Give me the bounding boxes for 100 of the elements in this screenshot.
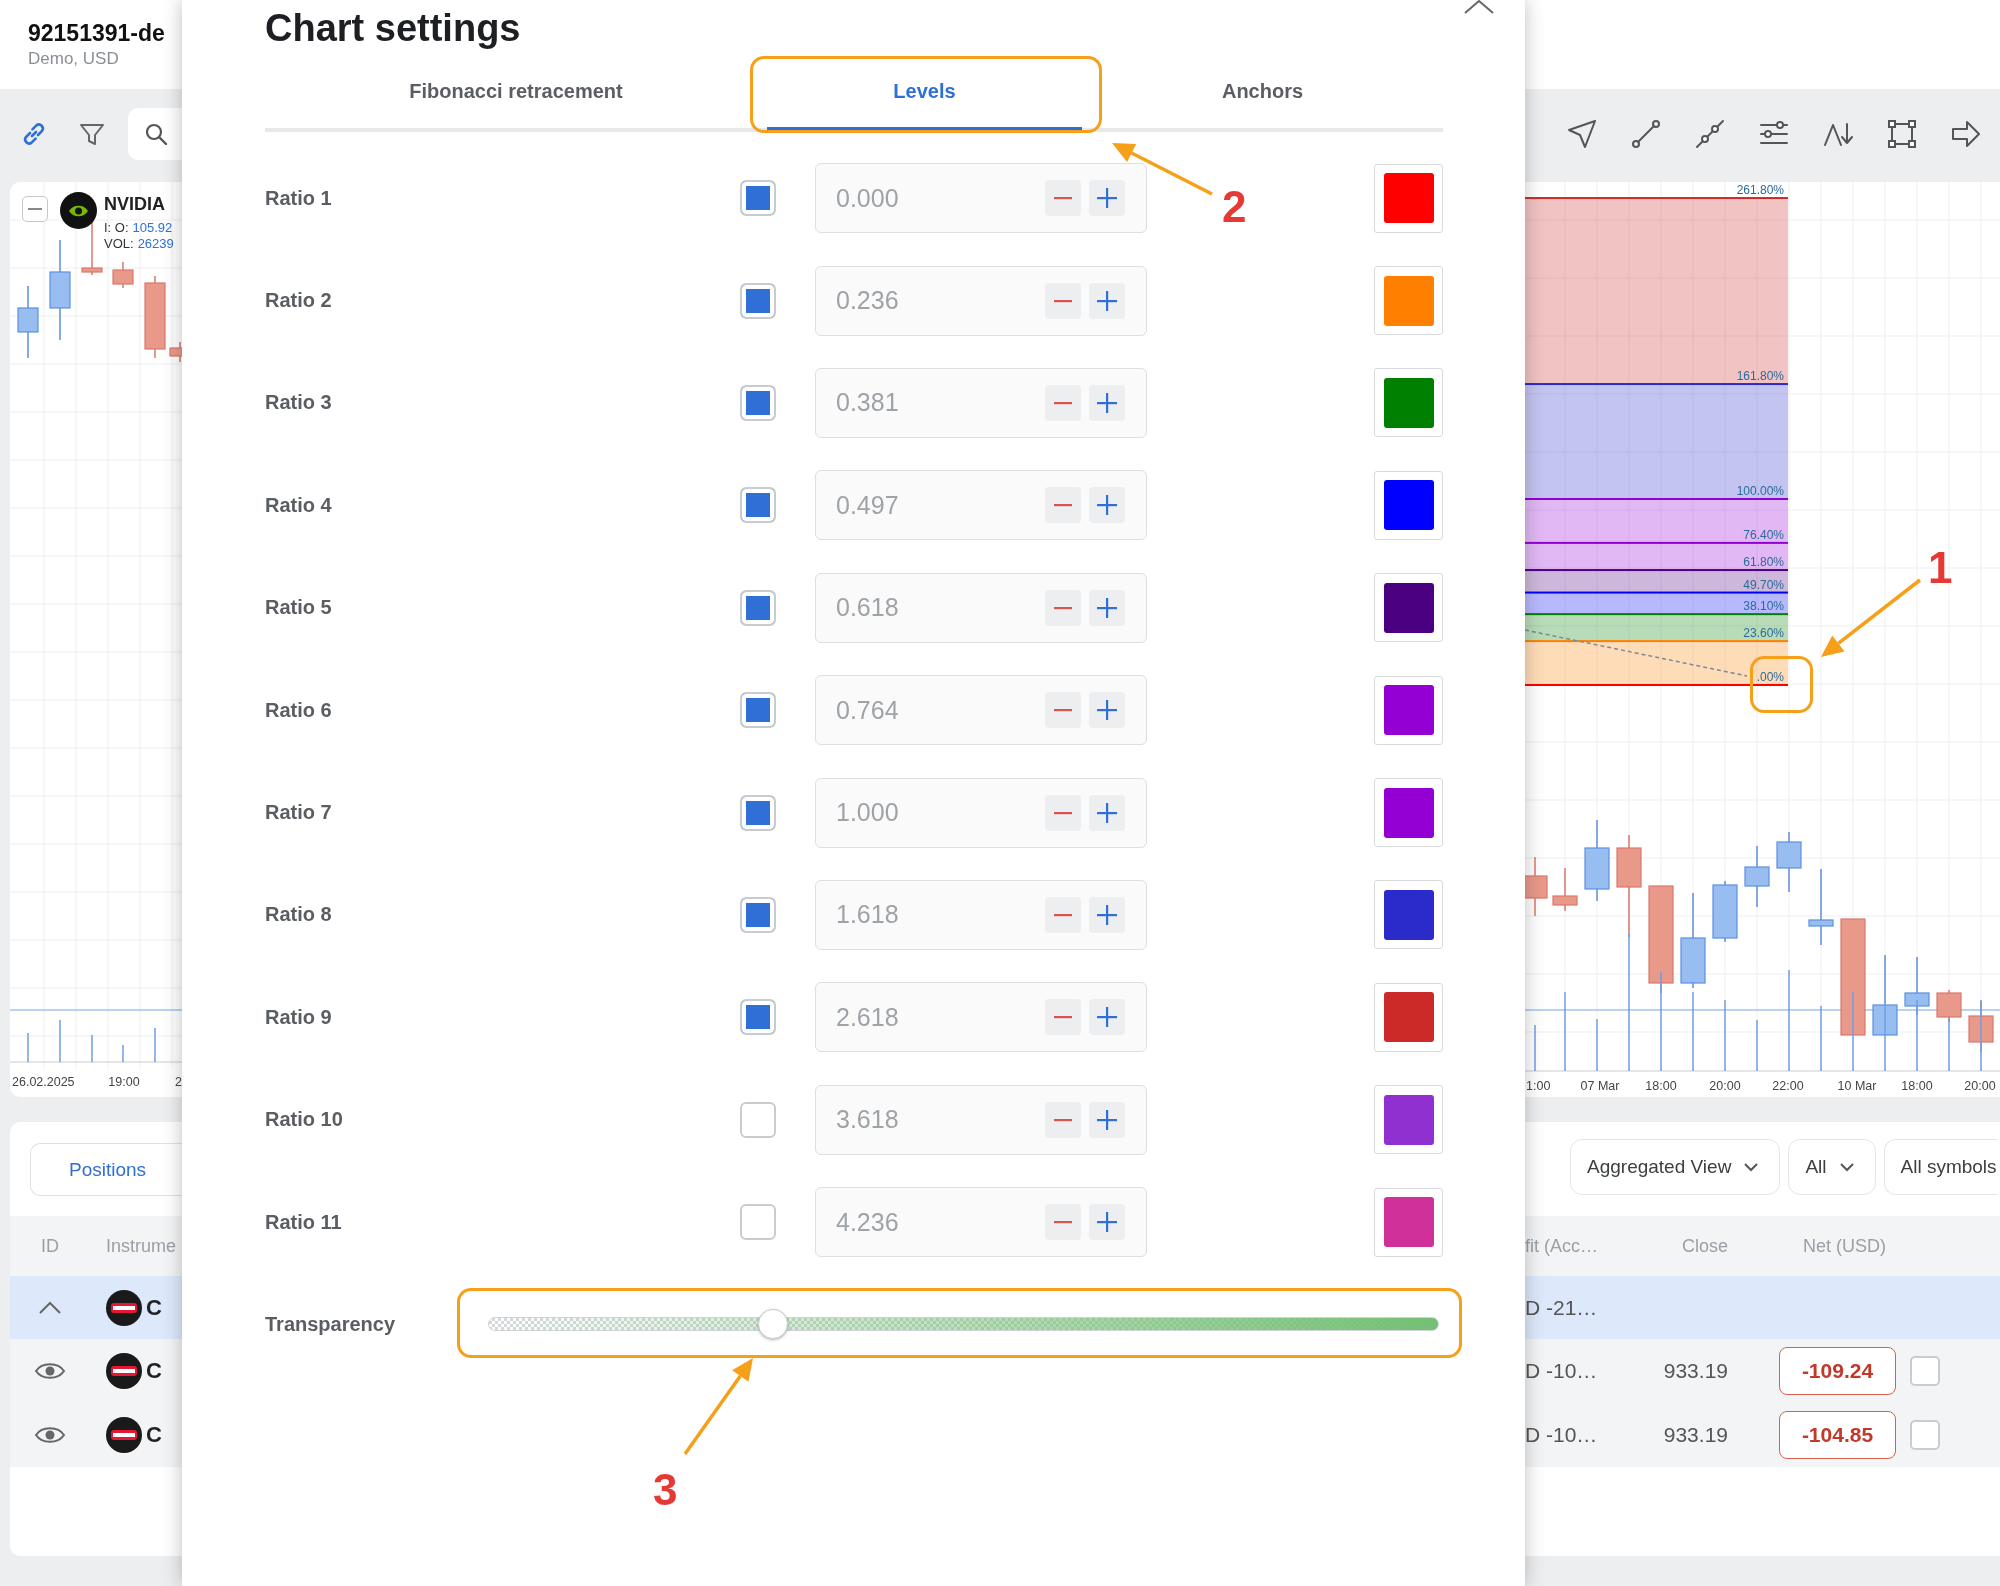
increment-button[interactable] — [1089, 692, 1125, 729]
dropdown[interactable]: Aggregated View — [1570, 1139, 1781, 1195]
number-field[interactable]: 4.236 — [815, 1187, 1147, 1258]
number-field[interactable]: 0.764 — [815, 675, 1147, 746]
decrement-button[interactable] — [1045, 487, 1081, 524]
decrement-button[interactable] — [1045, 999, 1081, 1036]
color-picker-button[interactable] — [1374, 470, 1443, 540]
checkbox[interactable] — [1910, 1420, 1940, 1450]
color-picker-button[interactable] — [1374, 982, 1443, 1052]
increment-button[interactable] — [1089, 999, 1125, 1036]
color-picker-button[interactable] — [1374, 1187, 1443, 1257]
eye-icon[interactable] — [34, 1361, 66, 1381]
plus-icon — [1097, 597, 1117, 618]
fib-level-label: 23.60% — [1743, 626, 1784, 641]
annotation-number: 1 — [1928, 542, 1953, 594]
color-picker-button[interactable] — [1374, 1085, 1443, 1155]
level-label: Ratio 4 — [265, 493, 332, 517]
decrement-button[interactable] — [1045, 692, 1081, 729]
tab[interactable]: Levels — [767, 56, 1082, 133]
collapse-button[interactable] — [22, 196, 48, 222]
column-header: Close — [1681, 1235, 1728, 1257]
increment-button[interactable] — [1089, 589, 1125, 626]
number-field[interactable]: 0.236 — [815, 265, 1147, 336]
positions-tab[interactable]: Positions — [30, 1143, 182, 1196]
increment-button[interactable] — [1089, 384, 1125, 421]
decrement-button[interactable] — [1045, 384, 1081, 421]
tab[interactable]: Fibonacci retracement — [265, 56, 767, 133]
decrement-button[interactable] — [1045, 1101, 1081, 1138]
decrement-button[interactable] — [1045, 589, 1081, 626]
checkbox[interactable] — [1910, 1356, 1940, 1386]
eye-icon[interactable] — [34, 1425, 66, 1445]
increment-button[interactable] — [1089, 180, 1125, 217]
checkbox[interactable] — [740, 794, 776, 831]
decrement-button[interactable] — [1045, 282, 1081, 319]
color-picker-button[interactable] — [1374, 163, 1443, 233]
transparency-slider[interactable] — [488, 1309, 1439, 1340]
level-label: Ratio 8 — [265, 903, 332, 927]
dropdown[interactable]: All — [1788, 1139, 1876, 1195]
checkbox[interactable] — [740, 282, 776, 319]
minus-icon — [1054, 912, 1072, 917]
table-row[interactable]: C — [10, 1276, 182, 1339]
number-field[interactable]: 3.618 — [815, 1084, 1147, 1155]
number-field[interactable]: 2.618 — [815, 982, 1147, 1053]
number-field[interactable]: 0.618 — [815, 572, 1147, 643]
slider-thumb[interactable] — [758, 1309, 789, 1340]
table-cell: D -10… — [1525, 1359, 1598, 1382]
number-field[interactable]: 0.000 — [815, 163, 1147, 234]
column-header: Net (USD) — [1803, 1235, 1886, 1256]
checkbox[interactable] — [740, 896, 776, 933]
search-field[interactable] — [128, 108, 182, 160]
number-field[interactable]: 1.618 — [815, 879, 1147, 950]
axis-label: 1:00 — [1526, 1079, 1551, 1093]
account-subtitle: Demo, USD — [28, 49, 119, 69]
navigation-icon[interactable] — [1566, 118, 1598, 150]
checkbox[interactable] — [740, 589, 776, 626]
close-icon[interactable] — [1463, 0, 1495, 14]
logo-icon — [106, 1417, 142, 1453]
increment-button[interactable] — [1089, 896, 1125, 933]
plus-icon — [1097, 1109, 1117, 1130]
increment-button[interactable] — [1089, 794, 1125, 831]
dropdown[interactable]: All symbols — [1883, 1139, 1997, 1195]
candlestick — [112, 261, 134, 289]
checkbox[interactable] — [740, 999, 776, 1036]
column-header: ID — [41, 1235, 59, 1257]
table-cell: D -21… — [1525, 1295, 1598, 1319]
increment-button[interactable] — [1089, 1204, 1125, 1241]
number-field[interactable]: 0.381 — [815, 367, 1147, 438]
checkbox[interactable] — [740, 1204, 776, 1241]
checkbox[interactable] — [740, 487, 776, 524]
minus-icon — [1054, 708, 1072, 713]
arrow-icon[interactable] — [1950, 118, 1982, 150]
caret-icon[interactable] — [38, 1300, 62, 1315]
plus-icon — [1097, 495, 1117, 516]
rectangle-icon[interactable] — [1886, 118, 1918, 150]
checkbox[interactable] — [740, 384, 776, 421]
color-picker-button[interactable] — [1374, 675, 1443, 745]
decrement-button[interactable] — [1045, 180, 1081, 217]
increment-button[interactable] — [1089, 487, 1125, 524]
color-picker-button[interactable] — [1374, 266, 1443, 336]
checkbox[interactable] — [740, 180, 776, 217]
checkbox[interactable] — [740, 1101, 776, 1138]
color-picker-button[interactable] — [1374, 573, 1443, 643]
checkbox[interactable] — [740, 692, 776, 729]
color-picker-button[interactable] — [1374, 778, 1443, 848]
increment-button[interactable] — [1089, 282, 1125, 319]
color-picker-button[interactable] — [1374, 880, 1443, 950]
number-field[interactable]: 1.000 — [815, 777, 1147, 848]
decrement-button[interactable] — [1045, 896, 1081, 933]
path-icon[interactable] — [1694, 118, 1726, 150]
line-icon[interactable] — [1630, 118, 1662, 150]
decrement-button[interactable] — [1045, 1204, 1081, 1241]
column-header: Instrume — [106, 1235, 177, 1257]
table-row[interactable]: C — [10, 1339, 182, 1403]
tab[interactable]: Anchors — [1082, 56, 1443, 133]
search-icon — [144, 122, 168, 146]
color-picker-button[interactable] — [1374, 368, 1443, 438]
table-row[interactable]: C — [10, 1403, 182, 1467]
decrement-button[interactable] — [1045, 794, 1081, 831]
number-field[interactable]: 0.497 — [815, 470, 1147, 541]
increment-button[interactable] — [1089, 1101, 1125, 1138]
